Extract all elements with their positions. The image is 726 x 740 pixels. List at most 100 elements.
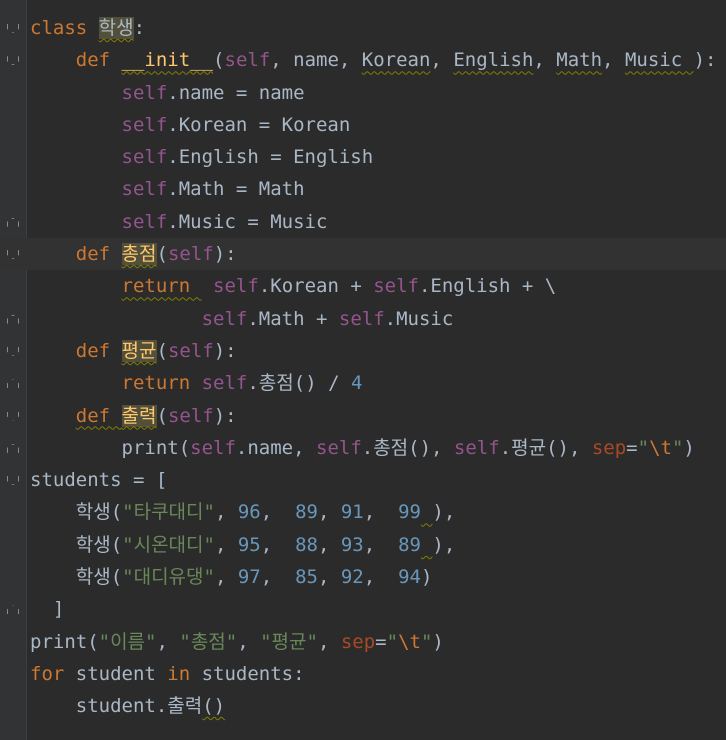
code-token: = — [375, 630, 387, 653]
code-token: , — [214, 501, 238, 524]
code-line[interactable]: self.name = name — [30, 77, 726, 109]
code-editor[interactable]: class 학생: def __init__(self, name, Korea… — [0, 0, 726, 740]
code-token: ( — [156, 243, 168, 266]
code-token: , — [363, 533, 399, 556]
fold-open-icon[interactable] — [5, 344, 19, 358]
fold-open-icon[interactable] — [5, 53, 19, 67]
code-token: \t — [398, 630, 421, 653]
fold-open-icon[interactable] — [5, 21, 19, 35]
code-token: Math — [556, 49, 603, 72]
code-token: , — [317, 630, 341, 653]
code-line[interactable]: self.Korean = Korean — [30, 109, 726, 141]
code-token: "시온대디" — [122, 533, 215, 556]
code-line[interactable]: self.Music = Music — [30, 206, 726, 238]
code-line[interactable]: def 출력(self): — [30, 400, 726, 432]
code-line[interactable]: return self.Korean + self.English + \ — [30, 270, 726, 302]
code-line[interactable]: ] — [30, 593, 726, 625]
code-token: ): — [693, 49, 717, 72]
code-token: 96 — [237, 501, 261, 524]
code-token: self — [167, 243, 214, 266]
fold-close-icon[interactable] — [5, 376, 19, 390]
code-token: students = [ — [30, 469, 168, 492]
code-line[interactable]: students = [ — [30, 464, 726, 496]
code-token: .name = name — [167, 81, 305, 104]
code-token: "타쿠대디" — [122, 501, 215, 524]
code-token: students: — [201, 662, 305, 685]
code-token: class — [30, 17, 99, 39]
code-token: 92 — [340, 566, 364, 589]
code-token: self — [453, 436, 500, 459]
fold-close-icon[interactable] — [5, 441, 19, 455]
code-token: , — [317, 566, 341, 589]
code-token: self — [121, 146, 168, 169]
code-token: student — [75, 662, 168, 685]
code-token: .Korean = Korean — [167, 113, 351, 136]
code-token: ), — [432, 533, 456, 556]
fold-close-icon[interactable] — [5, 312, 19, 326]
code-token: .Music = Music — [167, 210, 328, 233]
code-token: " — [420, 630, 433, 653]
code-line[interactable]: class 학생: — [30, 12, 726, 44]
code-token: sep — [340, 630, 376, 653]
code-token: ] — [30, 598, 65, 621]
code-token: ): — [213, 404, 237, 427]
code-line[interactable]: 학생("시온대디", 95, 88, 93, 89 ), — [30, 529, 726, 561]
editor-gutter — [0, 0, 27, 740]
code-token: 학생( — [30, 533, 123, 556]
code-token: self — [121, 178, 168, 201]
code-token: def — [75, 49, 122, 72]
code-token: self — [201, 372, 248, 395]
code-token: .Math = Math — [167, 178, 305, 201]
fold-open-icon[interactable] — [5, 247, 19, 261]
code-line[interactable]: 학생("타쿠대디", 96, 89, 91, 99 ), — [30, 496, 726, 528]
code-token: \t — [649, 436, 672, 459]
code-token: , — [363, 501, 399, 524]
code-token: self — [121, 113, 168, 136]
code-token: self — [167, 339, 214, 362]
code-line[interactable]: print(self.name, self.총점(), self.평균(), s… — [30, 432, 726, 464]
code-token: ): — [213, 339, 237, 362]
code-token: ) — [420, 566, 433, 589]
code-token: self — [373, 275, 419, 298]
code-line[interactable]: student.출력() — [30, 690, 726, 722]
code-token: self — [316, 436, 362, 459]
code-token: .Music — [384, 307, 454, 330]
code-line[interactable]: print("이름", "총점", "평균", sep="\t") — [30, 626, 726, 658]
code-token: "이름" — [98, 630, 157, 653]
code-token: .총점(), — [361, 436, 454, 459]
code-line[interactable]: self.Math + self.Music — [30, 303, 726, 335]
code-area[interactable]: class 학생: def __init__(self, name, Korea… — [0, 12, 726, 723]
fold-close-icon[interactable] — [5, 602, 19, 616]
code-line[interactable]: for student in students: — [30, 658, 726, 690]
code-line[interactable]: 학생("대디유댕", 97, 85, 92, 94) — [30, 561, 726, 593]
fold-close-icon[interactable] — [5, 215, 19, 229]
code-token: , — [363, 566, 399, 589]
code-token: self — [213, 275, 259, 298]
fold-open-icon[interactable] — [5, 473, 19, 487]
code-token: "대디유댕" — [122, 566, 215, 589]
code-token: self — [190, 436, 236, 459]
code-line[interactable]: self.Math = Math — [30, 173, 726, 205]
code-token: 88 — [295, 533, 318, 556]
code-line[interactable]: return self.총점() / 4 — [30, 367, 726, 399]
code-token: 89 — [295, 501, 318, 524]
code-token: " — [671, 436, 684, 459]
code-token: ) — [683, 436, 695, 459]
code-token: 93 — [340, 533, 364, 556]
fold-open-icon[interactable] — [5, 409, 19, 423]
code-line[interactable]: def 총점(self): — [0, 238, 726, 271]
code-line[interactable]: def 평균(self): — [30, 335, 726, 367]
code-line[interactable]: self.English = English — [30, 141, 726, 173]
code-line[interactable]: def __init__(self, name, Korean, English… — [30, 44, 726, 76]
code-token: .총점() / — [247, 372, 351, 395]
code-token: 학생( — [30, 566, 123, 589]
code-token: , — [317, 501, 341, 524]
code-token: self — [224, 49, 271, 72]
code-token: , — [214, 566, 238, 589]
